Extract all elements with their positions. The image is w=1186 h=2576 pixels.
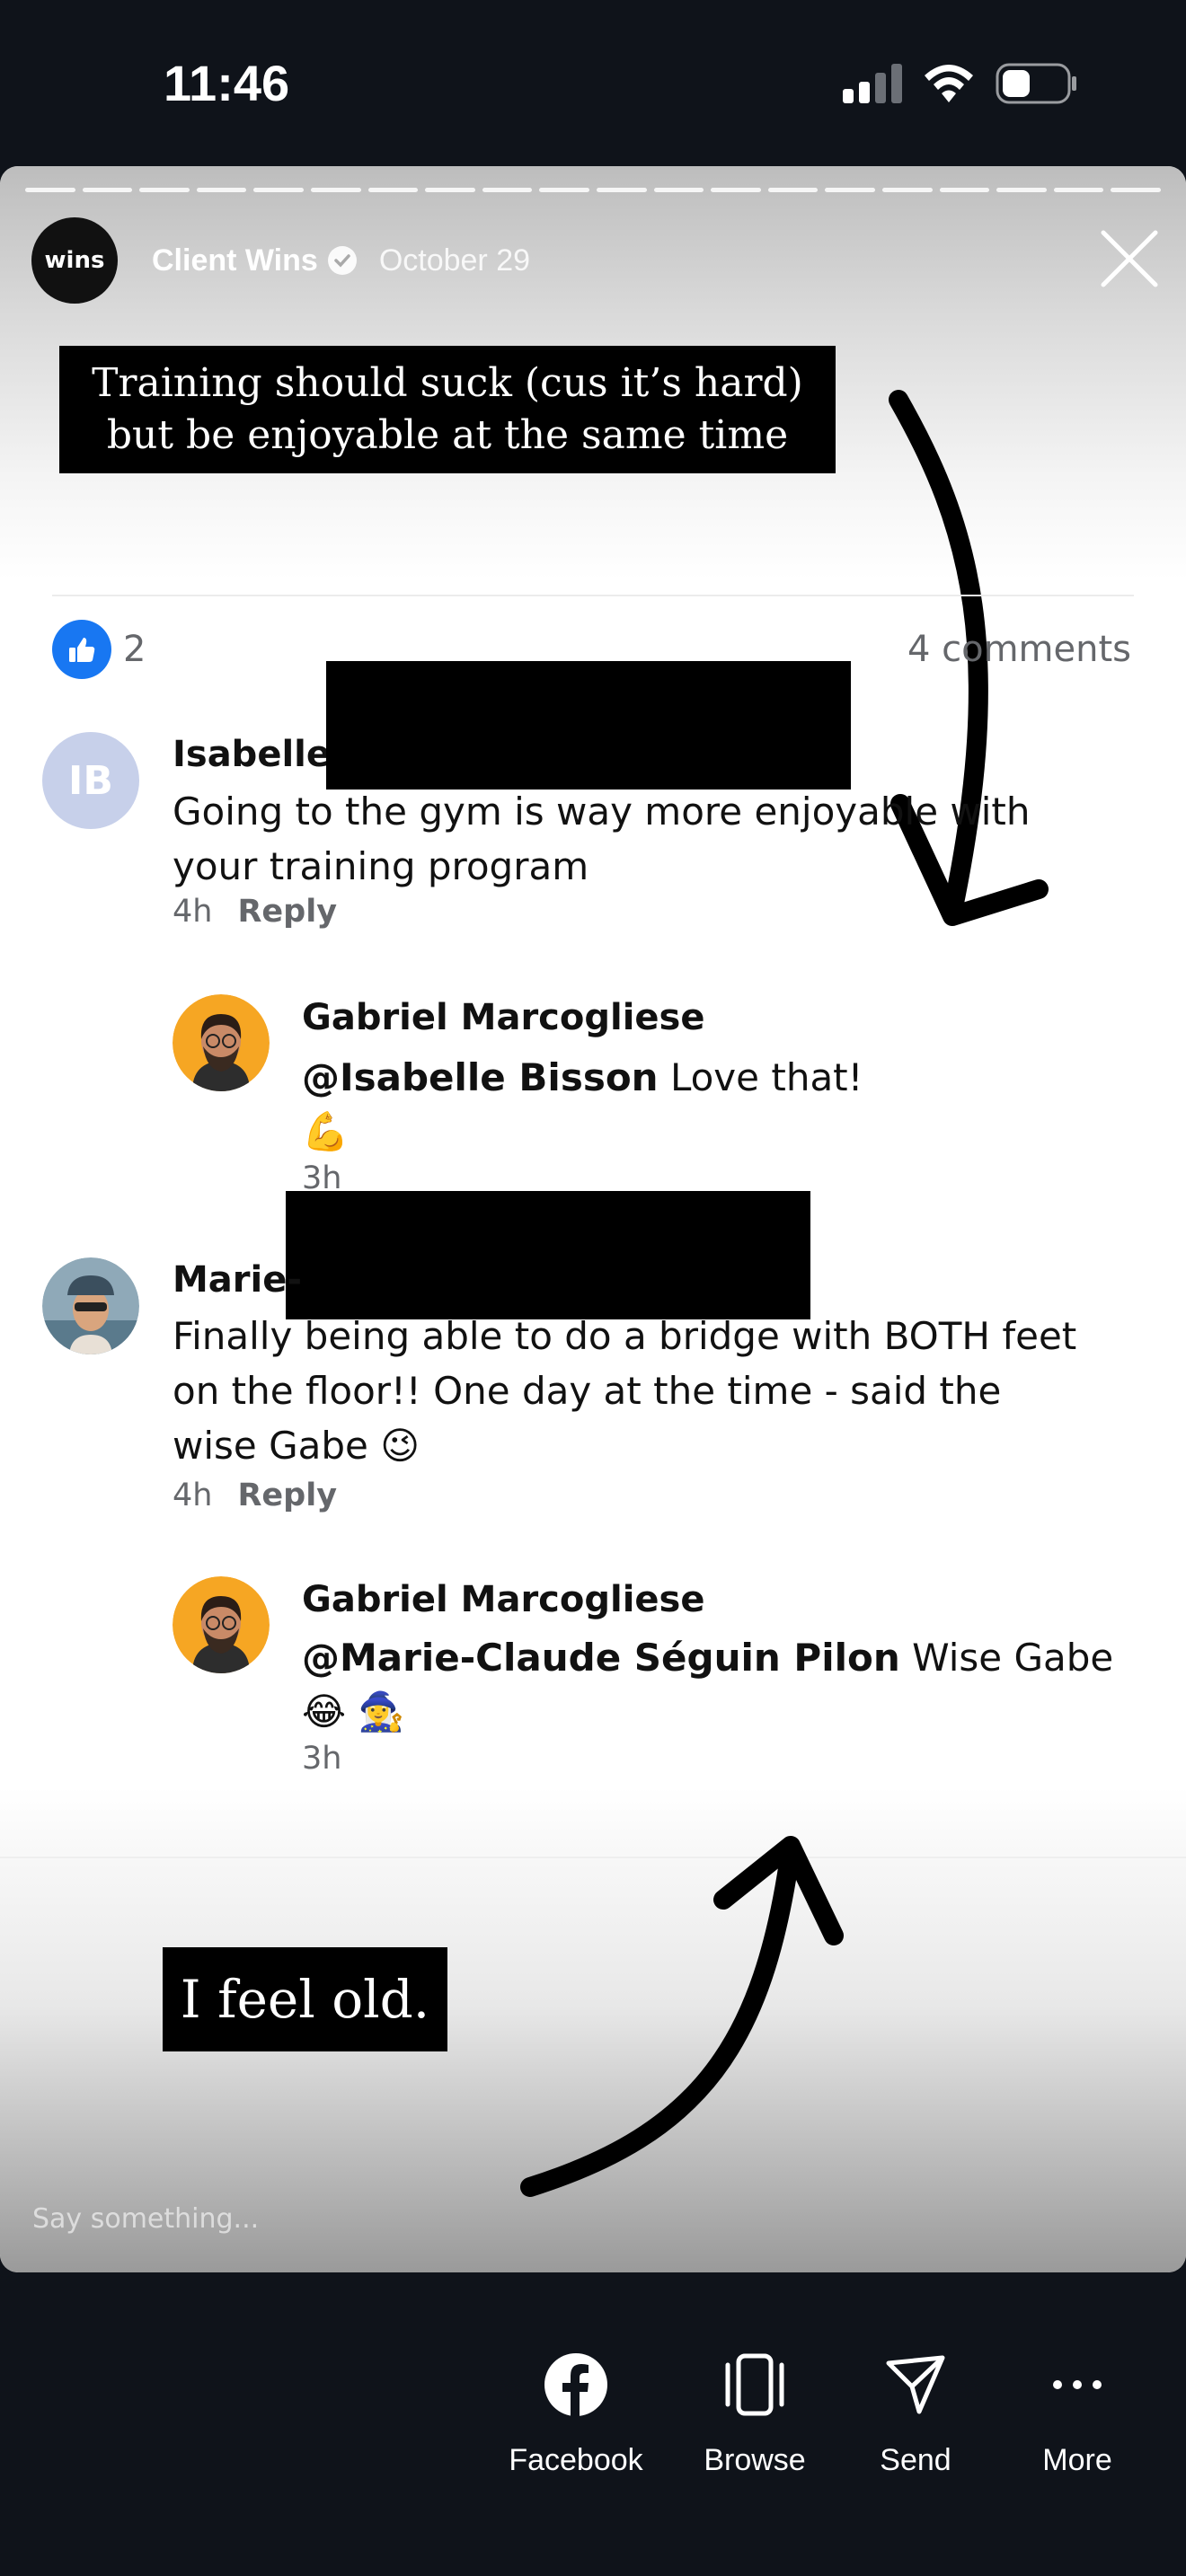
comment-meta: 4h Reply — [173, 1478, 337, 1513]
battery-icon — [996, 63, 1076, 104]
caption-top: Training should suck (cus it’s hard) but… — [59, 346, 836, 473]
story-date: October 29 — [378, 243, 531, 278]
status-icons — [843, 63, 1078, 104]
facebook-icon — [544, 2353, 607, 2417]
wifi-icon — [925, 65, 973, 102]
caption-bottom: I feel old. — [163, 1947, 447, 2051]
avatar[interactable] — [42, 1257, 139, 1354]
avatar[interactable] — [173, 994, 270, 1091]
browse-icon — [725, 2353, 784, 2416]
mention-link[interactable]: @Marie-Claude Séguin Pilon — [302, 1636, 900, 1680]
verified-badge-icon — [327, 246, 357, 275]
commenter-name[interactable]: Isabelle — [173, 734, 331, 775]
comment-time: 4h — [173, 1478, 213, 1513]
action-label: More — [1042, 2443, 1112, 2477]
browse-button[interactable]: Browse — [678, 2344, 831, 2478]
comment-time: 3h — [302, 1741, 342, 1777]
action-label: Facebook — [509, 2443, 643, 2477]
like-count: 2 — [123, 629, 146, 670]
commenter-name[interactable]: Marie- — [173, 1259, 302, 1301]
more-icon — [1053, 2380, 1102, 2389]
status-time: 11:46 — [164, 55, 290, 111]
redaction-box — [286, 1191, 810, 1319]
mention-link[interactable]: @Isabelle Bisson — [302, 1055, 659, 1099]
story-card: wins Client Wins October 29 Training sho… — [0, 166, 1186, 2272]
action-label: Send — [880, 2443, 951, 2477]
commenter-name[interactable]: Gabriel Marcogliese — [302, 1579, 705, 1620]
comment-body: Wise Gabe — [912, 1636, 1114, 1680]
signal-icon — [843, 64, 902, 103]
commenter-avatar[interactable]: IB — [42, 732, 139, 829]
comment-text: @Isabelle Bisson Love that! — [302, 1050, 863, 1105]
arrow-up-icon — [520, 1836, 844, 2197]
comment-text: Finally being able to do a bridge with B… — [173, 1314, 1077, 1468]
story-header: wins Client Wins October 29 — [31, 216, 530, 305]
story-progress-bar — [25, 188, 1161, 193]
comment-body: Love that! — [669, 1055, 863, 1099]
reply-button[interactable]: Reply — [237, 1478, 337, 1513]
redaction-box — [326, 661, 851, 790]
action-bar: Facebook Browse Send More — [0, 2272, 1186, 2576]
account-name[interactable]: Client Wins — [152, 243, 318, 278]
commenter-name[interactable]: Gabriel Marcogliese — [302, 997, 705, 1038]
comment-emoji: 💪 — [302, 1109, 350, 1153]
comment-time: 4h — [173, 894, 213, 930]
action-label: Browse — [704, 2443, 806, 2477]
send-icon — [886, 2355, 945, 2414]
close-icon[interactable] — [1098, 227, 1161, 290]
divider — [52, 595, 1134, 596]
comment-text: @Marie-Claude Séguin Pilon Wise Gabe — [302, 1630, 1113, 1685]
comments-count[interactable]: 4 comments — [907, 629, 1131, 670]
reply-input[interactable]: Say something... — [32, 2203, 259, 2235]
facebook-button[interactable]: Facebook — [500, 2344, 652, 2478]
comment-text: Going to the gym is way more enjoyable w… — [173, 790, 1031, 888]
more-button[interactable]: More — [1001, 2344, 1154, 2478]
send-button[interactable]: Send — [839, 2344, 992, 2478]
reply-button[interactable]: Reply — [237, 894, 337, 930]
comment-meta: 4h Reply — [173, 894, 337, 930]
comment-emoji: 😂 🧙‍♀️ — [302, 1689, 405, 1734]
avatar[interactable] — [173, 1576, 270, 1673]
like-icon[interactable] — [52, 620, 111, 679]
account-avatar[interactable]: wins — [31, 217, 118, 304]
status-bar: 11:46 — [0, 0, 1186, 166]
